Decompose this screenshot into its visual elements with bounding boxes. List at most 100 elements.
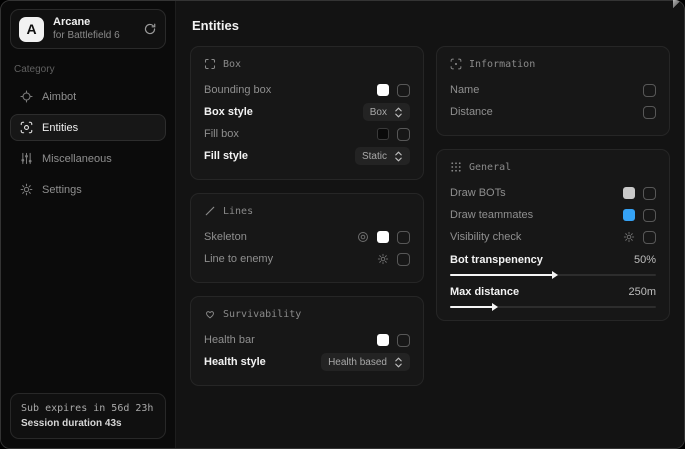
section-title: Lines bbox=[223, 206, 253, 217]
slider-fill bbox=[450, 306, 493, 308]
heart-icon bbox=[204, 308, 216, 320]
color-swatch[interactable] bbox=[377, 334, 389, 346]
section-title: Survivability bbox=[223, 309, 301, 320]
mouse-cursor bbox=[673, 0, 683, 8]
gear-icon[interactable] bbox=[377, 253, 389, 265]
sidebar-item-label: Miscellaneous bbox=[42, 153, 112, 165]
sidebar-item-miscellaneous[interactable]: Miscellaneous bbox=[10, 145, 166, 172]
app-name: Arcane bbox=[53, 16, 134, 30]
sidebar-item-label: Aimbot bbox=[42, 91, 76, 103]
checkbox[interactable] bbox=[397, 84, 410, 97]
setting-row-health-style: Health style Health based bbox=[204, 351, 410, 373]
slider-fill bbox=[450, 274, 553, 276]
checkbox[interactable] bbox=[643, 106, 656, 119]
row-label: Fill style bbox=[204, 150, 248, 162]
setting-row-bounding-box: Bounding box bbox=[204, 79, 410, 101]
lines-card: Lines Skeleton bbox=[190, 193, 424, 283]
setting-row-fill-style: Fill style Static bbox=[204, 145, 410, 167]
survivability-section-header: Survivability bbox=[204, 308, 410, 320]
sidebar-spacer bbox=[10, 203, 166, 393]
checkbox[interactable] bbox=[397, 334, 410, 347]
slider-thumb[interactable] bbox=[492, 303, 498, 311]
sidebar: A Arcane for Battlefield 6 Category bbox=[1, 1, 176, 448]
health-style-dropdown[interactable]: Health based bbox=[321, 353, 410, 371]
setting-row-health-bar: Health bar bbox=[204, 329, 410, 351]
slider-thumb[interactable] bbox=[552, 271, 558, 279]
brand-text: Arcane for Battlefield 6 bbox=[53, 16, 134, 42]
main-panel: Entities Box Bounding box bbox=[176, 1, 684, 448]
row-label: Draw BOTs bbox=[450, 187, 506, 199]
box-section-header: Box bbox=[204, 58, 410, 70]
box-card: Box Bounding box Box style Box bbox=[190, 46, 424, 180]
sidebar-item-entities[interactable]: Entities bbox=[10, 114, 166, 141]
row-label: Health style bbox=[204, 356, 266, 368]
color-swatch[interactable] bbox=[623, 187, 635, 199]
setting-row-fill-box: Fill box bbox=[204, 123, 410, 145]
session-duration-text: Session duration 43s bbox=[21, 416, 155, 431]
checkbox[interactable] bbox=[643, 231, 656, 244]
slider-label: Max distance bbox=[450, 286, 519, 298]
color-swatch[interactable] bbox=[623, 209, 635, 221]
slider-value: 50% bbox=[634, 254, 656, 266]
bot-transparency-slider[interactable] bbox=[450, 274, 656, 276]
row-label: Health bar bbox=[204, 334, 255, 346]
chevron-up-down-icon bbox=[394, 151, 403, 162]
gear-icon bbox=[20, 183, 33, 196]
row-label: Line to enemy bbox=[204, 253, 273, 265]
section-title: General bbox=[469, 162, 511, 173]
slider-label: Bot transpenency bbox=[450, 254, 543, 266]
checkbox[interactable] bbox=[397, 128, 410, 141]
fill-style-dropdown[interactable]: Static bbox=[355, 147, 410, 165]
box-style-dropdown[interactable]: Box bbox=[363, 103, 410, 121]
left-column: Box Bounding box Box style Box bbox=[190, 46, 424, 386]
checkbox[interactable] bbox=[397, 231, 410, 244]
category-label: Category bbox=[14, 64, 162, 75]
color-swatch[interactable] bbox=[377, 231, 389, 243]
general-section-header: General bbox=[450, 161, 656, 173]
checkbox[interactable] bbox=[643, 84, 656, 97]
checkbox[interactable] bbox=[397, 253, 410, 266]
dropdown-value: Health based bbox=[328, 357, 387, 368]
sidebar-item-settings[interactable]: Settings bbox=[10, 176, 166, 203]
chevron-up-down-icon bbox=[394, 357, 403, 368]
setting-row-name: Name bbox=[450, 79, 656, 101]
checkbox[interactable] bbox=[643, 209, 656, 222]
brand-card: A Arcane for Battlefield 6 bbox=[10, 9, 166, 49]
crosshair-icon bbox=[20, 90, 33, 103]
row-label: Visibility check bbox=[450, 231, 521, 243]
slider-value: 250m bbox=[628, 286, 656, 298]
setting-row-visibility-check: Visibility check bbox=[450, 226, 656, 248]
gear-icon[interactable] bbox=[623, 231, 635, 243]
box-frame-icon bbox=[204, 58, 216, 70]
survivability-card: Survivability Health bar Health style He… bbox=[190, 296, 424, 386]
dot-grid-icon bbox=[450, 161, 462, 173]
color-swatch[interactable] bbox=[377, 128, 389, 140]
sidebar-item-label: Settings bbox=[42, 184, 82, 196]
checkbox[interactable] bbox=[643, 187, 656, 200]
app-window: A Arcane for Battlefield 6 Category bbox=[0, 0, 685, 449]
right-column: Information Name Distance bbox=[436, 46, 670, 321]
row-label: Skeleton bbox=[204, 231, 247, 243]
page-title: Entities bbox=[192, 18, 670, 33]
sidebar-item-aimbot[interactable]: Aimbot bbox=[10, 83, 166, 110]
information-section-header: Information bbox=[450, 58, 656, 70]
bot-transparency-group: Bot transpenency 50% bbox=[450, 250, 656, 276]
row-label: Box style bbox=[204, 106, 253, 118]
info-scan-icon bbox=[450, 58, 462, 70]
information-card: Information Name Distance bbox=[436, 46, 670, 136]
general-card: General Draw BOTs Draw teammates bbox=[436, 149, 670, 321]
max-distance-slider[interactable] bbox=[450, 306, 656, 308]
row-label: Name bbox=[450, 84, 479, 96]
lines-section-header: Lines bbox=[204, 205, 410, 217]
dropdown-value: Static bbox=[362, 151, 387, 162]
sub-expiry-text: Sub expires in 56d 23h bbox=[21, 401, 155, 416]
subscription-card: Sub expires in 56d 23h Session duration … bbox=[10, 393, 166, 439]
max-distance-group: Max distance 250m bbox=[450, 282, 656, 308]
row-label: Distance bbox=[450, 106, 493, 118]
sync-icon[interactable] bbox=[143, 22, 157, 36]
gear-icon[interactable] bbox=[357, 231, 369, 243]
color-swatch[interactable] bbox=[377, 84, 389, 96]
sidebar-nav: Aimbot Entities bbox=[10, 83, 166, 203]
row-label: Draw teammates bbox=[450, 209, 533, 221]
sidebar-item-label: Entities bbox=[42, 122, 78, 134]
